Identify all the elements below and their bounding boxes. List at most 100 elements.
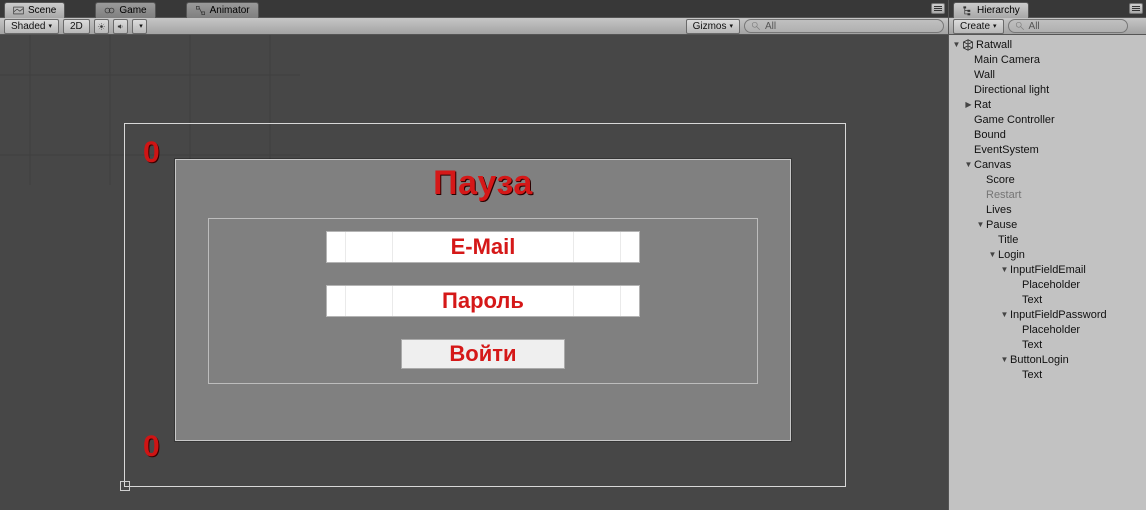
hierarchy-node[interactable]: Placeholder (949, 277, 1146, 292)
tab-hierarchy[interactable]: Hierarchy (953, 2, 1029, 18)
scene-toolbar: Shaded 2D Gizmos All (0, 17, 948, 35)
search-icon (1015, 21, 1025, 31)
hierarchy-node[interactable]: Text (949, 367, 1146, 382)
hierarchy-node-label: Rat (974, 99, 991, 111)
hierarchy-node-label: Login (998, 249, 1025, 261)
pane-options-icon[interactable] (1129, 3, 1143, 14)
hierarchy-node[interactable]: Placeholder (949, 322, 1146, 337)
expand-arrow-icon[interactable]: ▼ (987, 250, 998, 259)
mode-2d-toggle[interactable]: 2D (63, 19, 90, 34)
hierarchy-node[interactable]: ▼ Ratwall (949, 37, 1146, 52)
hierarchy-node-label: Wall (974, 69, 995, 81)
tab-game[interactable]: Game (95, 2, 155, 18)
hierarchy-node-label: Bound (974, 129, 1006, 141)
tab-label: Animator (210, 5, 250, 16)
search-icon (751, 21, 761, 31)
hierarchy-node-label: Placeholder (1022, 279, 1080, 291)
pause-panel: Пауза E-Mail Пароль Войти (175, 159, 791, 441)
hierarchy-node-label: Text (1022, 339, 1042, 351)
transform-handle[interactable] (120, 481, 130, 491)
scene-search[interactable]: All (744, 19, 944, 33)
login-button[interactable]: Войти (401, 339, 565, 369)
hierarchy-node-label: Score (986, 174, 1015, 186)
scene-viewport[interactable]: 0 0 Пауза E-Mail Пароль Войти (0, 35, 948, 510)
tab-label: Game (119, 5, 146, 16)
hierarchy-node[interactable]: Title (949, 232, 1146, 247)
hierarchy-node[interactable]: ▼Login (949, 247, 1146, 262)
hierarchy-node-label: Directional light (974, 84, 1049, 96)
login-button-label: Войти (449, 341, 516, 367)
password-placeholder: Пароль (442, 288, 524, 314)
hierarchy-tree[interactable]: ▼ Ratwall Main Camera Wall Directional light… (949, 35, 1146, 510)
expand-arrow-icon[interactable]: ▼ (951, 40, 962, 49)
hierarchy-node-label: Placeholder (1022, 324, 1080, 336)
hierarchy-node[interactable]: Text (949, 292, 1146, 307)
hierarchy-node[interactable]: ▶Rat (949, 97, 1146, 112)
hierarchy-node[interactable]: EventSystem (949, 142, 1146, 157)
speaker-icon (117, 21, 124, 32)
email-field[interactable]: E-Mail (326, 231, 640, 263)
tab-label: Hierarchy (977, 5, 1020, 16)
hierarchy-node[interactable]: Text (949, 337, 1146, 352)
hierarchy-node-label: Text (1022, 294, 1042, 306)
hierarchy-node-label: ButtonLogin (1010, 354, 1069, 366)
hierarchy-node[interactable]: Score (949, 172, 1146, 187)
hierarchy-node-label: Title (998, 234, 1018, 246)
hierarchy-node[interactable]: Lives (949, 202, 1146, 217)
animator-icon (195, 5, 206, 16)
lighting-toggle[interactable] (94, 19, 109, 34)
search-placeholder: All (1029, 21, 1040, 32)
hierarchy-node[interactable]: ▼InputFieldEmail (949, 262, 1146, 277)
hierarchy-node[interactable]: Main Camera (949, 52, 1146, 67)
sun-icon (98, 21, 105, 32)
hierarchy-tabstrip: Hierarchy (949, 0, 1146, 17)
hierarchy-node[interactable]: Bound (949, 127, 1146, 142)
tab-scene[interactable]: Scene (4, 2, 65, 18)
pane-options-icon[interactable] (931, 3, 945, 14)
expand-arrow-icon[interactable]: ▼ (999, 310, 1010, 319)
hierarchy-node-label: Text (1022, 369, 1042, 381)
fx-dropdown[interactable] (132, 19, 147, 34)
password-field[interactable]: Пароль (326, 285, 640, 317)
pause-title: Пауза (176, 164, 790, 203)
hierarchy-node[interactable]: Directional light (949, 82, 1146, 97)
hierarchy-search[interactable]: All (1008, 19, 1128, 33)
gizmos-dropdown[interactable]: Gizmos (686, 19, 740, 34)
hierarchy-node-label: Ratwall (976, 39, 1012, 51)
search-placeholder: All (765, 21, 776, 32)
hierarchy-node-label: InputFieldPassword (1010, 309, 1107, 321)
audio-toggle[interactable] (113, 19, 128, 34)
hierarchy-node-label: Canvas (974, 159, 1011, 171)
hierarchy-node-label: InputFieldEmail (1010, 264, 1086, 276)
hierarchy-node[interactable]: Restart (949, 187, 1146, 202)
hierarchy-node[interactable]: ▼ButtonLogin (949, 352, 1146, 367)
hierarchy-node-label: EventSystem (974, 144, 1039, 156)
score-label: 0 (143, 136, 160, 170)
shading-dropdown[interactable]: Shaded (4, 19, 59, 34)
hierarchy-node[interactable]: Game Controller (949, 112, 1146, 127)
email-placeholder: E-Mail (451, 234, 516, 260)
hierarchy-node[interactable]: ▼Canvas (949, 157, 1146, 172)
tab-animator[interactable]: Animator (186, 2, 259, 18)
expand-arrow-icon[interactable]: ▼ (963, 160, 974, 169)
game-icon (104, 5, 115, 16)
scene-icon (13, 5, 24, 16)
scene-tabstrip: Scene Game Animator (0, 0, 948, 17)
create-dropdown[interactable]: Create (953, 19, 1004, 34)
hierarchy-node[interactable]: ▼Pause (949, 217, 1146, 232)
hierarchy-node-label: Main Camera (974, 54, 1040, 66)
hierarchy-node[interactable]: ▼InputFieldPassword (949, 307, 1146, 322)
login-box: E-Mail Пароль Войти (208, 218, 758, 384)
hierarchy-node[interactable]: Wall (949, 67, 1146, 82)
hierarchy-icon (962, 5, 973, 16)
hierarchy-node-label: Pause (986, 219, 1017, 231)
hierarchy-node-label: Game Controller (974, 114, 1055, 126)
tab-label: Scene (28, 5, 56, 16)
expand-arrow-icon[interactable]: ▼ (975, 220, 986, 229)
expand-arrow-icon[interactable]: ▼ (999, 265, 1010, 274)
hierarchy-node-label: Lives (986, 204, 1012, 216)
expand-arrow-icon[interactable]: ▼ (999, 355, 1010, 364)
expand-arrow-icon[interactable]: ▶ (963, 100, 974, 109)
hierarchy-toolbar: Create All (949, 17, 1146, 35)
lives-label: 0 (143, 430, 160, 464)
